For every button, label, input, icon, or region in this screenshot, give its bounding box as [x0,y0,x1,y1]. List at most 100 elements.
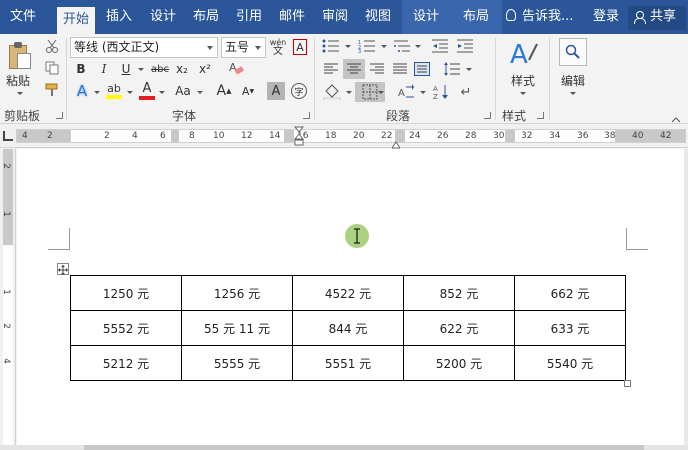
bold-button[interactable]: B [72,60,90,78]
table-cell[interactable]: 55 元 11 元 [181,310,293,346]
data-table[interactable]: 1250 元 1256 元 4522 元 852 元 662 元 5552 元 … [70,275,626,381]
tab-review[interactable]: 审阅 [316,0,354,34]
font-size-box[interactable]: 五号 [221,37,266,58]
paste-label: 粘贴 [6,74,31,88]
shading-button[interactable] [321,82,343,102]
paste-button[interactable]: 粘贴 [2,36,36,102]
asian-layout-button[interactable]: A [395,82,417,102]
superscript-button[interactable]: x² [196,60,214,78]
tab-layout[interactable]: 布局 [188,0,224,34]
ruler-number: 2 [104,131,110,141]
ruler-number: 22 [381,131,393,141]
justify-button[interactable] [389,59,411,79]
show-marks-button[interactable]: ↵ [455,82,477,102]
horizontal-ruler: 4 2 2 4 6 8 10 12 14 16 18 20 22 24 26 2… [0,124,688,149]
styles-button[interactable]: A 样式 [500,36,546,102]
tell-me-box[interactable]: 告诉我... [506,0,573,34]
numbering-button[interactable]: 123 [356,37,378,55]
align-left-button[interactable] [320,59,342,79]
subscript-button[interactable]: x₂ [173,60,191,78]
ruler-number: 28 [465,131,477,141]
format-painter-button[interactable] [43,82,61,98]
editing-button[interactable]: 编辑 [553,36,593,102]
horizontal-scrollbar[interactable] [0,445,688,450]
table-cell[interactable]: 5551 元 [292,345,404,381]
clipboard-launcher-icon[interactable] [56,112,63,119]
strikethrough-button[interactable]: abc [149,60,171,78]
line-spacing-button[interactable] [440,59,464,79]
tab-selector-icon[interactable] [3,131,13,141]
table-cell[interactable]: 5555 元 [181,345,293,381]
table-cell[interactable]: 5212 元 [70,345,182,381]
table-cell[interactable]: 1256 元 [181,275,293,311]
tab-file[interactable]: 文件 [0,0,46,34]
table-cell[interactable]: 5200 元 [403,345,515,381]
grow-font-button[interactable]: A ▲ [214,81,234,101]
scissors-icon [46,39,58,53]
vruler-number: 4 [0,358,11,364]
multilevel-list-button[interactable] [391,37,413,55]
share-button[interactable]: 共享 [628,6,686,30]
tab-references[interactable]: 引用 [230,0,268,34]
table-cell[interactable]: 633 元 [514,310,626,346]
login-link[interactable]: 登录 [593,0,619,34]
table-cell[interactable]: 852 元 [403,275,515,311]
styles-launcher-icon[interactable] [537,112,544,119]
shrink-font-button[interactable]: A ▼ [238,81,258,101]
borders-icon [362,84,378,100]
bullets-button[interactable] [320,37,342,55]
font-color-button[interactable]: A [137,81,157,101]
tab-home[interactable]: 开始 [57,7,95,34]
table-cell[interactable]: 844 元 [292,310,404,346]
scroll-thumb[interactable] [84,445,644,450]
table-cell[interactable]: 1250 元 [70,275,182,311]
tab-mailings[interactable]: 邮件 [273,0,311,34]
decrease-indent-button[interactable] [429,37,451,55]
paragraph-launcher-icon[interactable] [484,112,491,119]
highlight-button[interactable]: ab [103,81,125,101]
svg-text:A: A [398,88,405,99]
font-launcher-icon[interactable] [303,112,310,119]
align-center-button[interactable] [343,59,365,79]
highlight-icon: ab [107,82,121,95]
align-right-button[interactable] [366,59,388,79]
enclose-char-button[interactable]: 字 [290,82,308,100]
increase-indent-button[interactable] [454,37,476,55]
indent-marker-icon[interactable] [293,126,305,148]
tab-view[interactable]: 视图 [359,0,397,34]
collapse-ribbon-icon[interactable] [671,112,681,123]
cut-button[interactable] [43,38,61,54]
align-center-icon [347,63,361,74]
tab-insert[interactable]: 插入 [101,0,137,34]
tab-table-layout[interactable]: 布局 [450,0,502,34]
font-color-swatch [139,96,155,100]
distributed-button[interactable] [412,59,432,79]
sort-button[interactable]: AZ [430,82,452,102]
vertical-scrollbar[interactable] [684,149,688,445]
tab-design[interactable]: 设计 [144,0,182,34]
borders-button[interactable] [355,82,385,102]
char-border-button[interactable]: A [291,37,309,57]
table-row: 5212 元 5555 元 5551 元 5200 元 5540 元 [70,345,626,381]
table-cell[interactable]: 4522 元 [292,275,404,311]
text-effect-button[interactable]: A [72,81,92,101]
table-cell[interactable]: 5540 元 [514,345,626,381]
clear-format-button[interactable]: A [227,59,245,77]
svg-text:A: A [510,40,528,68]
font-name-box[interactable]: 等线 (西文正文) [70,37,218,58]
change-case-button[interactable]: Aa [171,81,195,101]
table-cell[interactable]: 5552 元 [70,310,182,346]
tab-table-design[interactable]: 设计 [402,0,450,34]
paragraph-group-label: 段落 [386,109,411,123]
table-move-handle[interactable] [57,263,69,275]
table-resize-handle[interactable] [624,380,631,387]
italic-button[interactable]: I [95,60,113,78]
char-shading-button[interactable]: A [267,82,285,100]
table-cell[interactable]: 662 元 [514,275,626,311]
copy-button[interactable] [43,60,61,76]
underline-button[interactable]: U [117,60,135,78]
multilevel-list-icon [394,40,410,52]
table-cell[interactable]: 622 元 [403,310,515,346]
right-indent-marker-icon[interactable] [391,138,401,149]
phonetic-guide-button[interactable]: wén 文 [268,36,288,58]
